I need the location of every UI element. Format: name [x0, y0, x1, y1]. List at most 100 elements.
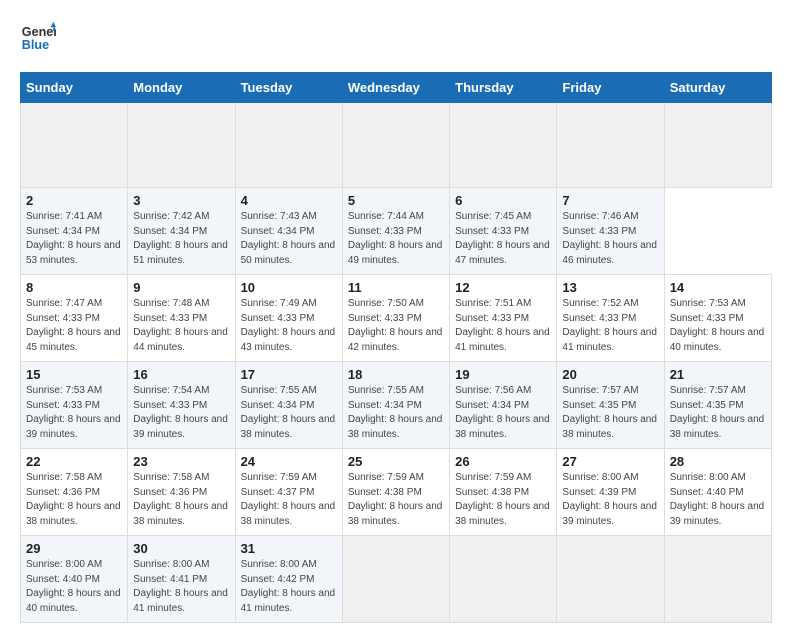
day-number: 27 [562, 454, 658, 469]
day-info: Sunrise: 7:50 AMSunset: 4:33 PMDaylight:… [348, 297, 444, 355]
day-info: Sunrise: 7:41 AMSunset: 4:34 PMDaylight:… [26, 210, 122, 268]
day-number: 6 [455, 193, 551, 208]
calendar-cell: 5 Sunrise: 7:44 AMSunset: 4:33 PMDaylight… [342, 188, 449, 275]
header-saturday: Saturday [664, 73, 771, 103]
calendar-cell [450, 103, 557, 188]
day-info: Sunrise: 7:43 AMSunset: 4:34 PMDaylight:… [241, 210, 337, 268]
calendar-cell: 17Sunrise: 7:55 AMSunset: 4:34 PMDayligh… [235, 362, 342, 449]
day-number: 31 [241, 541, 337, 556]
day-info: Sunrise: 7:58 AMSunset: 4:36 PMDaylight:… [26, 471, 122, 529]
day-info: Sunrise: 7:58 AMSunset: 4:36 PMDaylight:… [133, 471, 229, 529]
header-wednesday: Wednesday [342, 73, 449, 103]
day-info: Sunrise: 7:47 AMSunset: 4:33 PMDaylight:… [26, 297, 122, 355]
day-info: Sunrise: 7:46 AMSunset: 4:33 PMDaylight:… [562, 210, 658, 268]
day-number: 4 [241, 193, 337, 208]
header-thursday: Thursday [450, 73, 557, 103]
day-info: Sunrise: 7:59 AMSunset: 4:37 PMDaylight:… [241, 471, 337, 529]
calendar-cell [664, 536, 771, 623]
calendar-cell: 19Sunrise: 7:56 AMSunset: 4:34 PMDayligh… [450, 362, 557, 449]
calendar-cell: 25 Sunrise: 7:59 AMSunset: 4:38 PMDayligh… [342, 449, 449, 536]
calendar-cell: 13Sunrise: 7:52 AMSunset: 4:33 PMDayligh… [557, 275, 664, 362]
day-info: Sunrise: 8:00 AMSunset: 4:40 PMDaylight:… [26, 558, 122, 616]
calendar-cell: 18Sunrise: 7:55 AMSunset: 4:34 PMDayligh… [342, 362, 449, 449]
calendar-week-4: 22Sunrise: 7:58 AMSunset: 4:36 PMDayligh… [21, 449, 772, 536]
day-info: Sunrise: 7:53 AMSunset: 4:33 PMDaylight:… [26, 384, 122, 442]
day-number: 15 [26, 367, 122, 382]
calendar-cell: 22Sunrise: 7:58 AMSunset: 4:36 PMDayligh… [21, 449, 128, 536]
day-number: 29 [26, 541, 122, 556]
calendar-cell [342, 103, 449, 188]
day-info: Sunrise: 7:57 AMSunset: 4:35 PMDaylight:… [562, 384, 658, 442]
day-info: Sunrise: 7:48 AMSunset: 4:33 PMDaylight:… [133, 297, 229, 355]
calendar-week-1: 2Sunrise: 7:41 AMSunset: 4:34 PMDaylight… [21, 188, 772, 275]
calendar-week-0 [21, 103, 772, 188]
day-info: Sunrise: 7:55 AMSunset: 4:34 PMDaylight:… [241, 384, 337, 442]
page-header: General Blue [20, 20, 772, 56]
calendar-week-3: 15 Sunrise: 7:53 AMSunset: 4:33 PMDayligh… [21, 362, 772, 449]
calendar-cell: 21 Sunrise: 7:57 AMSunset: 4:35 PMDayligh… [664, 362, 771, 449]
day-number: 30 [133, 541, 229, 556]
calendar-header-row: SundayMondayTuesdayWednesdayThursdayFrid… [21, 73, 772, 103]
day-info: Sunrise: 7:53 AMSunset: 4:33 PMDaylight:… [670, 297, 766, 355]
day-info: Sunrise: 7:56 AMSunset: 4:34 PMDaylight:… [455, 384, 551, 442]
calendar-cell: 3Sunrise: 7:42 AMSunset: 4:34 PMDaylight… [128, 188, 235, 275]
day-number: 23 [133, 454, 229, 469]
calendar-cell: 6 Sunrise: 7:45 AMSunset: 4:33 PMDaylight… [450, 188, 557, 275]
calendar-cell: 26Sunrise: 7:59 AMSunset: 4:38 PMDayligh… [450, 449, 557, 536]
calendar-cell: 8 Sunrise: 7:47 AMSunset: 4:33 PMDaylight… [21, 275, 128, 362]
day-number: 21 [670, 367, 766, 382]
day-number: 16 [133, 367, 229, 382]
calendar-cell: 7 Sunrise: 7:46 AMSunset: 4:33 PMDaylight… [557, 188, 664, 275]
calendar-week-5: 29 Sunrise: 8:00 AMSunset: 4:40 PMDayligh… [21, 536, 772, 623]
calendar-cell: 14 Sunrise: 7:53 AMSunset: 4:33 PMDayligh… [664, 275, 771, 362]
header-friday: Friday [557, 73, 664, 103]
calendar-cell [557, 536, 664, 623]
day-info: Sunrise: 7:49 AMSunset: 4:33 PMDaylight:… [241, 297, 337, 355]
day-number: 26 [455, 454, 551, 469]
calendar-cell: 31 Sunrise: 8:00 AMSunset: 4:42 PMDayligh… [235, 536, 342, 623]
calendar-cell: 16 Sunrise: 7:54 AMSunset: 4:33 PMDayligh… [128, 362, 235, 449]
calendar-cell [664, 103, 771, 188]
day-info: Sunrise: 8:00 AMSunset: 4:42 PMDaylight:… [241, 558, 337, 616]
day-info: Sunrise: 7:54 AMSunset: 4:33 PMDaylight:… [133, 384, 229, 442]
day-info: Sunrise: 8:00 AMSunset: 4:40 PMDaylight:… [670, 471, 766, 529]
day-info: Sunrise: 7:57 AMSunset: 4:35 PMDaylight:… [670, 384, 766, 442]
calendar-cell: 11 Sunrise: 7:50 AMSunset: 4:33 PMDayligh… [342, 275, 449, 362]
day-info: Sunrise: 7:52 AMSunset: 4:33 PMDaylight:… [562, 297, 658, 355]
day-number: 10 [241, 280, 337, 295]
calendar-cell [21, 103, 128, 188]
calendar-cell: 2Sunrise: 7:41 AMSunset: 4:34 PMDaylight… [21, 188, 128, 275]
calendar-week-2: 8 Sunrise: 7:47 AMSunset: 4:33 PMDaylight… [21, 275, 772, 362]
day-number: 3 [133, 193, 229, 208]
day-number: 11 [348, 280, 444, 295]
day-number: 14 [670, 280, 766, 295]
calendar-cell: 24Sunrise: 7:59 AMSunset: 4:37 PMDayligh… [235, 449, 342, 536]
day-number: 5 [348, 193, 444, 208]
day-info: Sunrise: 8:00 AMSunset: 4:39 PMDaylight:… [562, 471, 658, 529]
calendar-cell: 15 Sunrise: 7:53 AMSunset: 4:33 PMDayligh… [21, 362, 128, 449]
calendar-cell: 10 Sunrise: 7:49 AMSunset: 4:33 PMDayligh… [235, 275, 342, 362]
header-tuesday: Tuesday [235, 73, 342, 103]
day-number: 8 [26, 280, 122, 295]
day-info: Sunrise: 7:45 AMSunset: 4:33 PMDaylight:… [455, 210, 551, 268]
day-number: 20 [562, 367, 658, 382]
calendar-cell [128, 103, 235, 188]
calendar-cell: 28 Sunrise: 8:00 AMSunset: 4:40 PMDayligh… [664, 449, 771, 536]
logo: General Blue [20, 20, 56, 56]
day-number: 28 [670, 454, 766, 469]
header-sunday: Sunday [21, 73, 128, 103]
logo-icon: General Blue [20, 20, 56, 56]
calendar-cell [557, 103, 664, 188]
calendar-cell: 9 Sunrise: 7:48 AMSunset: 4:33 PMDaylight… [128, 275, 235, 362]
day-number: 25 [348, 454, 444, 469]
calendar-cell: 23 Sunrise: 7:58 AMSunset: 4:36 PMDayligh… [128, 449, 235, 536]
day-info: Sunrise: 7:44 AMSunset: 4:33 PMDaylight:… [348, 210, 444, 268]
day-number: 9 [133, 280, 229, 295]
calendar-cell: 12Sunrise: 7:51 AMSunset: 4:33 PMDayligh… [450, 275, 557, 362]
calendar-cell: 29 Sunrise: 8:00 AMSunset: 4:40 PMDayligh… [21, 536, 128, 623]
svg-text:Blue: Blue [22, 38, 49, 52]
calendar-cell: 4 Sunrise: 7:43 AMSunset: 4:34 PMDaylight… [235, 188, 342, 275]
day-number: 7 [562, 193, 658, 208]
day-info: Sunrise: 7:59 AMSunset: 4:38 PMDaylight:… [348, 471, 444, 529]
day-info: Sunrise: 7:51 AMSunset: 4:33 PMDaylight:… [455, 297, 551, 355]
